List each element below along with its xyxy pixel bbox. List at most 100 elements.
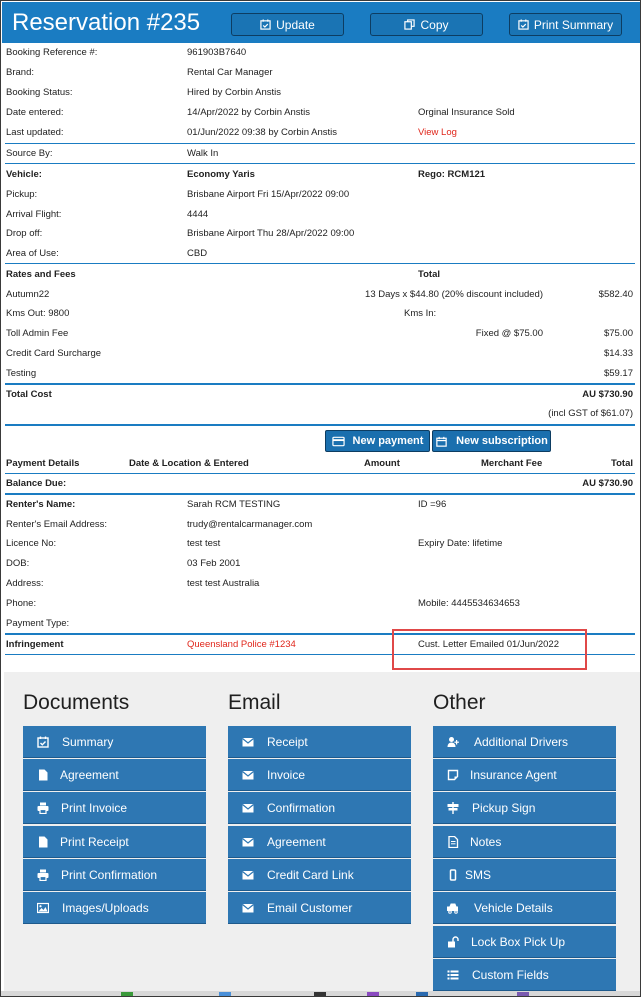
address-label: Address:	[6, 578, 44, 589]
summary-button[interactable]: Summary	[23, 726, 206, 758]
envelope-icon	[242, 871, 254, 880]
custom-fields-label: Custom Fields	[472, 968, 549, 982]
printer-icon	[37, 869, 49, 881]
email-agreement-button[interactable]: Agreement	[228, 826, 411, 858]
images-uploads-label: Images/Uploads	[62, 901, 149, 915]
images-uploads-button[interactable]: Images/Uploads	[23, 892, 206, 924]
divider	[5, 263, 635, 264]
payment-col-total: Total	[611, 458, 633, 469]
update-label: Update	[276, 17, 315, 32]
drop-off-label: Drop off:	[6, 228, 43, 239]
calendar-check-icon	[260, 19, 271, 30]
credit-card-link-button[interactable]: Credit Card Link	[228, 859, 411, 891]
booking-status-value: Hired by Corbin Anstis	[187, 87, 281, 98]
payment-col-date: Date & Location & Entered	[129, 458, 249, 469]
divider	[5, 493, 635, 495]
calendar-check-icon	[37, 736, 49, 748]
copy-button[interactable]: Copy	[370, 13, 483, 36]
area-of-use-label: Area of Use:	[6, 248, 59, 259]
last-updated-value: 01/Jun/2022 09:38 by Corbin Anstis	[187, 127, 337, 138]
renter-email-value: trudy@rentalcarmanager.com	[187, 519, 313, 530]
notes-button[interactable]: Notes	[433, 826, 616, 858]
booking-ref-value: 961903B7640	[187, 47, 247, 58]
balance-due-label: Balance Due:	[6, 478, 67, 489]
renter-name-value: Sarah RCM TESTING	[187, 499, 281, 510]
taskbar-app-icon	[367, 992, 379, 996]
additional-drivers-label: Additional Drivers	[474, 735, 569, 749]
print-summary-label: Print Summary	[533, 17, 614, 32]
calendar-check-icon	[518, 19, 529, 30]
mobile-icon	[449, 869, 457, 881]
cc-surcharge-label: Credit Card Surcharge	[6, 348, 102, 359]
calendar-icon	[436, 436, 447, 447]
gst-note: (incl GST of $61.07)	[548, 408, 633, 419]
rate-name: Autumn22	[6, 289, 50, 300]
dob-value: 03 Feb 2001	[187, 558, 241, 569]
new-subscription-button[interactable]: New subscription	[432, 430, 551, 452]
new-payment-button[interactable]: New payment	[325, 430, 430, 452]
lock-box-pick-up-button[interactable]: Lock Box Pick Up	[433, 926, 616, 958]
pickup-value: Brisbane Airport Fri 15/Apr/2022 09:00	[187, 189, 350, 200]
custom-fields-button[interactable]: Custom Fields	[433, 959, 616, 991]
email-customer-label: Email Customer	[267, 901, 353, 915]
vehicle-label: Vehicle:	[6, 169, 42, 180]
licence-value: test test	[187, 538, 221, 549]
taskbar-app-icon	[416, 992, 428, 996]
infringement-link[interactable]: Queensland Police #1234	[187, 639, 296, 651]
file-text-icon	[448, 836, 459, 848]
pickup-sign-label: Pickup Sign	[472, 801, 536, 815]
sms-label: SMS	[465, 868, 492, 882]
file-icon	[39, 769, 48, 781]
printer-icon	[37, 802, 49, 814]
vehicle-value: Economy Yaris	[187, 169, 255, 180]
insurance-agent-label: Insurance Agent	[470, 768, 557, 782]
total-cost-value: AU $730.90	[582, 389, 633, 400]
sms-button[interactable]: SMS	[433, 859, 616, 891]
area-of-use-value: CBD	[187, 248, 208, 259]
renter-email-label: Renter's Email Address:	[6, 519, 108, 530]
divider	[5, 473, 635, 474]
agreement-button[interactable]: Agreement	[23, 759, 206, 791]
taskbar-app-icon	[314, 992, 326, 996]
date-entered-value: 14/Apr/2022 by Corbin Anstis	[187, 107, 311, 118]
update-button[interactable]: Update	[231, 13, 344, 36]
print-summary-button[interactable]: Print Summary	[509, 13, 622, 36]
unlock-icon	[448, 936, 459, 948]
print-invoice-button[interactable]: Print Invoice	[23, 792, 206, 824]
file-icon	[39, 836, 48, 848]
note-icon	[447, 769, 459, 781]
date-entered-label: Date entered:	[6, 107, 64, 118]
print-confirmation-button[interactable]: Print Confirmation	[23, 859, 206, 891]
envelope-icon	[242, 838, 254, 847]
email-receipt-button[interactable]: Receipt	[228, 726, 411, 758]
new-payment-label: New payment	[352, 435, 424, 447]
email-invoice-label: Invoice	[267, 768, 306, 782]
booking-status-label: Booking Status:	[6, 87, 73, 98]
print-invoice-label: Print Invoice	[61, 801, 128, 815]
vehicle-details-button[interactable]: Vehicle Details	[433, 892, 616, 924]
email-customer-button[interactable]: Email Customer	[228, 892, 411, 924]
payment-col-details: Payment Details	[6, 458, 80, 469]
last-updated-label: Last updated:	[6, 127, 64, 138]
email-invoice-button[interactable]: Invoice	[228, 759, 411, 791]
other-heading: Other	[433, 691, 486, 714]
kms-in: Kms In:	[404, 308, 437, 319]
insurance-agent-button[interactable]: Insurance Agent	[433, 759, 616, 791]
email-confirmation-button[interactable]: Confirmation	[228, 792, 411, 824]
pickup-sign-button[interactable]: Pickup Sign	[433, 792, 616, 824]
cc-surcharge-total: $14.33	[603, 348, 633, 359]
print-receipt-button[interactable]: Print Receipt	[23, 826, 206, 858]
envelope-icon	[242, 904, 254, 913]
additional-drivers-button[interactable]: Additional Drivers	[433, 726, 616, 758]
arrival-flight-value: 4444	[187, 209, 209, 220]
brand-label: Brand:	[6, 67, 34, 78]
licence-expiry: Expiry Date: lifetime	[418, 538, 503, 549]
print-confirmation-label: Print Confirmation	[61, 868, 158, 882]
notes-label: Notes	[470, 835, 502, 849]
taskbar-app-icon	[517, 992, 529, 996]
view-log-link[interactable]: View Log	[418, 127, 457, 139]
email-receipt-label: Receipt	[267, 735, 308, 749]
divider	[5, 163, 635, 164]
agreement-label: Agreement	[60, 768, 119, 782]
user-plus-icon	[447, 737, 459, 747]
